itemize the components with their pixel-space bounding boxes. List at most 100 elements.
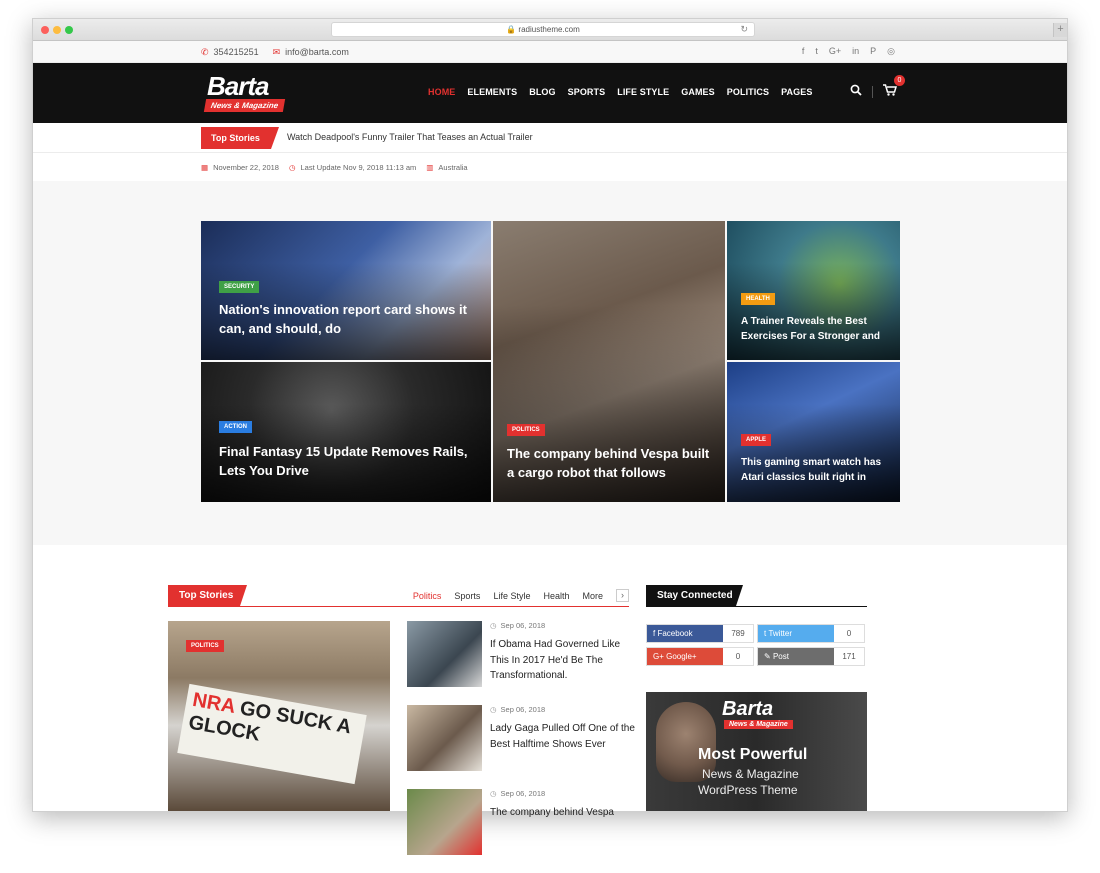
email-contact[interactable]: ✉ info@barta.com [273,47,349,58]
location-text: Australia [438,163,468,172]
search-icon[interactable] [850,83,862,101]
google-plus-count: 0 [723,648,753,665]
tile-title[interactable]: A Trainer Reveals the Best Exercises For… [741,315,891,344]
category-badge[interactable]: APPLE [741,434,772,446]
ad-line-2: WordPress Theme [698,783,798,797]
tile-title[interactable]: This gaming smart watch has Atari classi… [741,456,891,485]
facebook-icon[interactable]: f [802,46,805,57]
nav-home[interactable]: HOME [428,87,455,97]
tab-more[interactable]: More [582,591,603,601]
nav-sports[interactable]: SPORTS [568,87,606,97]
hero-tile-action[interactable]: ACTION Final Fantasy 15 Update Removes R… [201,362,491,502]
reload-icon[interactable]: ↻ [740,23,748,36]
hero-tile-apple[interactable]: APPLE This gaming smart watch has Atari … [727,362,900,502]
logo-tagline: News & Magazine [203,99,286,112]
main-navbar: Barta News & Magazine HOME ELEMENTS BLOG… [33,63,1067,123]
hero-tile-politics[interactable]: POLITICS The company behind Vespa built … [493,221,725,502]
tile-title[interactable]: The company behind Vespa built a cargo r… [507,445,717,483]
tab-politics[interactable]: Politics [413,591,442,601]
instagram-icon[interactable]: ◎ [887,46,895,57]
category-badge[interactable]: SECURITY [219,281,260,293]
facebook-name: Facebook [657,629,693,638]
address-text: radiustheme.com [518,25,580,34]
hero-tile-health[interactable]: HEALTH A Trainer Reveals the Best Exerci… [727,221,900,360]
story-date-text: Sep 06, 2018 [500,789,546,798]
section-title: Top Stories [168,585,247,606]
nav-games[interactable]: GAMES [681,87,715,97]
google-plus-label: G+ Google+ [647,648,723,665]
tile-title[interactable]: Final Fantasy 15 Update Removes Rails, L… [219,443,479,481]
list-item[interactable]: ◷ Sep 06, 2018 If Obama Had Governed Like… [407,621,633,705]
category-badge[interactable]: POLITICS [507,424,545,436]
ad-logo: Barta News & Magazine [722,698,793,729]
top-stories-header: Top Stories Politics Sports Life Style H… [168,585,629,607]
main-menu: HOME ELEMENTS BLOG SPORTS LIFE STYLE GAM… [428,87,812,97]
list-item[interactable]: ◷ Sep 06, 2018 Lady Gaga Pulled Off One o… [407,705,635,789]
site-logo[interactable]: Barta News & Magazine [203,71,303,113]
twitter-counter[interactable]: t Twitter 0 [757,624,865,643]
clock-icon: ◷ [490,705,497,714]
story-thumbnail[interactable] [407,621,482,687]
google-plus-counter[interactable]: G+ Google+ 0 [646,647,754,666]
cart-button[interactable]: 0 [883,75,905,101]
nav-politics[interactable]: POLITICS [727,87,769,97]
clock-icon: ◷ [490,621,497,630]
category-badge[interactable]: ACTION [219,421,252,433]
story-title[interactable]: The company behind Vespa [490,805,635,821]
tile-shade [727,262,900,360]
new-tab-button[interactable]: + [1053,23,1067,37]
story-thumbnail[interactable] [407,705,482,771]
facebook-counter[interactable]: f Facebook 789 [646,624,754,643]
story-title[interactable]: If Obama Had Governed Like This In 2017 … [490,637,635,684]
twitter-icon[interactable]: t [815,46,818,57]
theme-ad-banner[interactable]: Barta News & Magazine Most Powerful News… [646,692,867,811]
current-date-text: November 22, 2018 [213,163,279,172]
nav-blog[interactable]: BLOG [529,87,555,97]
hero-tile-security[interactable]: SECURITY Nation's innovation report card… [201,221,491,360]
post-counter[interactable]: ✎ Post 171 [757,647,865,666]
story-date-text: Sep 06, 2018 [500,621,546,630]
last-update-text: Last Update Nov 9, 2018 11:13 am [300,163,417,172]
story-thumbnail[interactable] [407,789,482,855]
tab-life-style[interactable]: Life Style [493,591,530,601]
hero-grid: SECURITY Nation's innovation report card… [33,181,1067,545]
featured-story-card[interactable]: POLITICS NRA GO SUCK A GLOCK [168,621,390,811]
ad-headline: Most Powerful [698,746,808,763]
phone-contact[interactable]: ✆ 354215251 [201,47,259,58]
zoom-window-button[interactable] [65,26,73,34]
category-badge[interactable]: HEALTH [741,293,775,305]
current-date: ▦ November 22, 2018 [201,163,279,172]
close-window-button[interactable] [41,26,49,34]
post-count: 171 [834,648,864,665]
section-title: Stay Connected [646,585,743,606]
tab-health[interactable]: Health [543,591,569,601]
twitter-label: t Twitter [758,625,834,642]
category-tabs: Politics Sports Life Style Health More › [413,589,629,602]
top-contact-bar: ✆ 354215251 ✉ info@barta.com f t G+ in P ◎ [33,41,1067,63]
tab-sports[interactable]: Sports [454,591,480,601]
ticker-headline[interactable]: Watch Deadpool's Funny Trailer That Teas… [287,132,533,142]
category-badge[interactable]: POLITICS [186,640,224,652]
story-date: ◷ Sep 06, 2018 [490,621,545,630]
clock-icon: ◷ [288,163,296,172]
address-bar[interactable]: 🔒 radiustheme.com ↻ [331,22,755,37]
logo-word: Barta [207,71,269,101]
linkedin-icon[interactable]: in [852,46,859,57]
list-item[interactable]: ◷ Sep 06, 2018 The company behind Vespa [407,789,633,873]
story-title[interactable]: Lady Gaga Pulled Off One of the Best Hal… [490,721,635,752]
chevron-right-icon[interactable]: › [616,589,629,602]
tile-title[interactable]: Nation's innovation report card shows it… [219,301,479,339]
nav-life-style[interactable]: LIFE STYLE [617,87,669,97]
google-plus-icon[interactable]: G+ [829,46,841,57]
ad-line-1: News & Magazine [702,767,799,781]
nav-elements[interactable]: ELEMENTS [467,87,517,97]
clock-icon: ◷ [490,789,497,798]
facebook-count: 789 [723,625,753,642]
nav-pages[interactable]: PAGES [781,87,812,97]
calendar-icon: ▦ [201,163,209,172]
minimize-window-button[interactable] [53,26,61,34]
stay-connected-header: Stay Connected [646,585,867,607]
ad-logo-tagline: News & Magazine [724,720,793,729]
pinterest-icon[interactable]: P [870,46,876,57]
facebook-label: f Facebook [647,625,723,642]
